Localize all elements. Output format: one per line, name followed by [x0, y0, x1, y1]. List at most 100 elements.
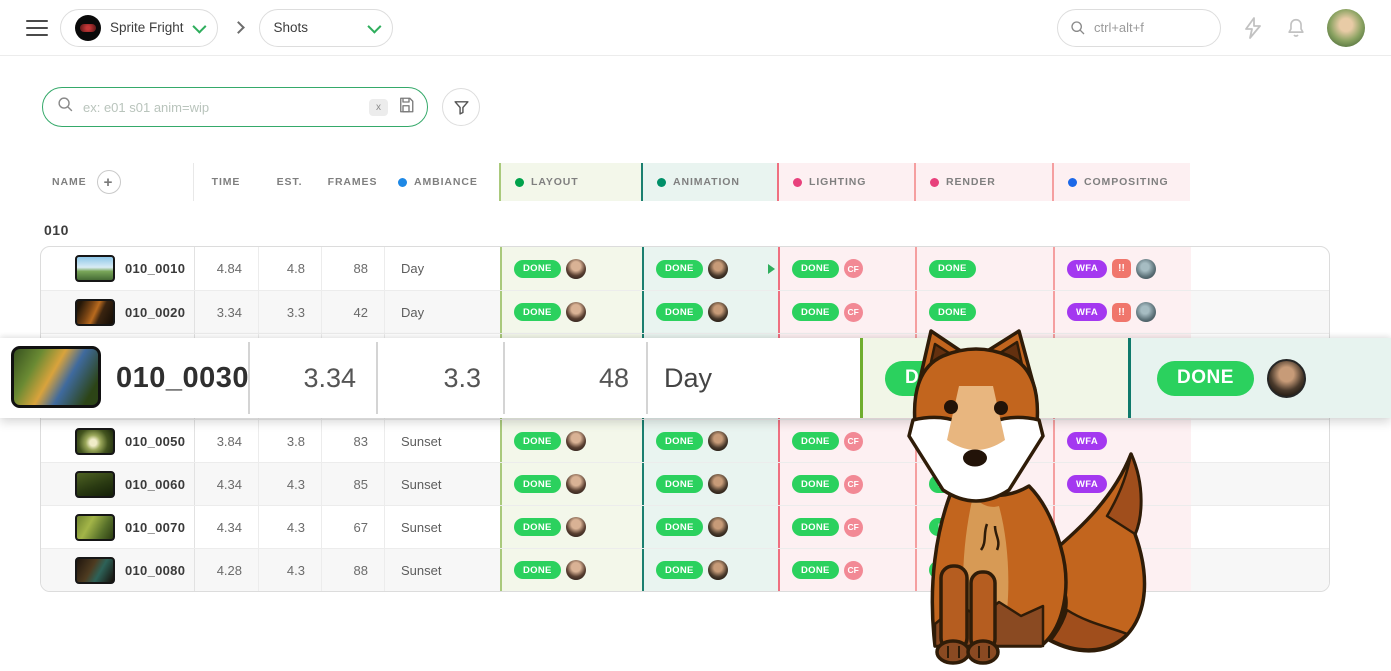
shot-thumbnail[interactable] [75, 299, 115, 326]
status-badge[interactable]: DONE [514, 561, 561, 579]
assignee-avatar [708, 431, 728, 451]
clear-filter-button[interactable]: x [369, 99, 388, 116]
assignee-avatar [708, 560, 728, 580]
shot-name-link[interactable]: 010_0050 [125, 434, 185, 449]
add-column-button[interactable]: + [97, 170, 121, 194]
column-header-frames[interactable]: FRAMES [321, 163, 384, 201]
status-badge[interactable]: DONE [792, 303, 839, 321]
column-header-name[interactable]: NAME + [40, 163, 194, 201]
status-badge[interactable]: DONE [656, 303, 703, 321]
shot-thumbnail[interactable] [75, 428, 115, 455]
shot-name-link[interactable]: 010_0080 [125, 563, 185, 578]
assignee-avatar [1136, 302, 1156, 322]
compositing-dot-icon [1068, 178, 1077, 187]
status-badge[interactable]: DONE [656, 432, 703, 450]
shot-name-link[interactable]: 010_0010 [125, 261, 185, 276]
column-header-ambiance[interactable]: AMBIANCE [384, 163, 499, 201]
notifications-bell-icon[interactable] [1285, 17, 1307, 39]
filter-funnel-button[interactable] [442, 88, 480, 126]
layout-task-cell[interactable]: DONE [500, 420, 642, 462]
animation-task-cell[interactable]: DONE [642, 463, 778, 505]
status-badge[interactable]: WFA [1067, 260, 1107, 278]
shot-name-link[interactable]: 010_0060 [125, 477, 185, 492]
animation-task-cell[interactable]: DONE [642, 549, 778, 591]
lighting-task-cell[interactable]: DONE CF [778, 291, 915, 333]
status-badge[interactable]: DONE [792, 432, 839, 450]
animation-task-cell[interactable]: DONE [642, 291, 778, 333]
render-task-cell[interactable]: DONE [915, 291, 1053, 333]
ambiance-dot-icon [398, 178, 407, 187]
column-header-compositing[interactable]: COMPOSITING [1052, 163, 1190, 201]
animation-task-cell[interactable]: DONE [642, 506, 778, 548]
status-badge[interactable]: DONE [514, 432, 561, 450]
quick-search-box[interactable] [1057, 9, 1221, 47]
status-badge[interactable]: DONE [792, 561, 839, 579]
assignee-avatar [566, 560, 586, 580]
column-header-filler [1190, 163, 1330, 201]
user-avatar[interactable] [1327, 9, 1365, 47]
status-badge[interactable]: DONE [656, 260, 703, 278]
layout-task-cell[interactable]: DONE [500, 291, 642, 333]
animation-task-cell[interactable]: DONE [642, 420, 778, 462]
column-header-lighting[interactable]: LIGHTING [777, 163, 914, 201]
section-dropdown[interactable]: Shots [259, 9, 393, 47]
column-header-est[interactable]: EST. [258, 163, 321, 201]
layout-task-cell[interactable]: DONE [500, 506, 642, 548]
status-badge[interactable]: DONE [1157, 361, 1254, 396]
status-badge[interactable]: DONE [792, 475, 839, 493]
status-badge[interactable]: DONE [929, 260, 976, 278]
project-name: Sprite Fright [110, 20, 184, 35]
render-task-cell[interactable]: DONE [915, 247, 1053, 290]
est-cell: 3.3 [259, 291, 322, 333]
shot-thumbnail[interactable] [75, 255, 115, 282]
status-badge[interactable]: DONE [929, 303, 976, 321]
status-badge[interactable]: DONE [656, 518, 703, 536]
layout-task-cell[interactable]: DONE [500, 463, 642, 505]
status-badge[interactable]: WFA [1067, 303, 1107, 321]
shot-thumbnail[interactable] [75, 471, 115, 498]
shot-name-link[interactable]: 010_0030 [116, 338, 249, 418]
ambiance-cell: Sunset [385, 463, 500, 505]
table-row: 010_0010 4.84 4.8 88 Day DONE DONE DONE … [41, 247, 1329, 290]
layout-task-cell[interactable]: DONE [500, 549, 642, 591]
project-switcher[interactable]: Sprite Fright [60, 9, 218, 47]
shot-thumbnail[interactable] [75, 557, 115, 584]
frames-cell: 48 [505, 338, 629, 418]
assignee-initials: CF [844, 432, 863, 451]
assignee-avatar [566, 302, 586, 322]
column-header-animation[interactable]: ANIMATION [641, 163, 777, 201]
compositing-task-cell[interactable]: WFA !! [1053, 291, 1191, 333]
shot-name-link[interactable]: 010_0020 [125, 305, 185, 320]
zoomed-row-overlay: 010_0030 3.34 3.3 48 Day DONE DONE [0, 338, 1391, 418]
column-header-layout[interactable]: LAYOUT [499, 163, 641, 201]
shot-name-link[interactable]: 010_0070 [125, 520, 185, 535]
compositing-task-cell[interactable]: WFA !! [1053, 247, 1191, 290]
assignee-initials: CF [844, 475, 863, 494]
animation-dot-icon [657, 178, 666, 187]
status-badge[interactable]: DONE [514, 475, 561, 493]
shortcuts-bolt-icon[interactable] [1241, 16, 1265, 40]
ambiance-cell: Day [385, 291, 500, 333]
menu-icon[interactable] [26, 20, 48, 36]
animation-task-cell[interactable]: DONE [642, 247, 778, 290]
frames-cell: 85 [322, 463, 385, 505]
est-cell: 4.3 [259, 463, 322, 505]
status-badge[interactable]: DONE [656, 475, 703, 493]
status-badge[interactable]: DONE [656, 561, 703, 579]
status-badge[interactable]: DONE [514, 260, 561, 278]
status-badge[interactable]: DONE [514, 303, 561, 321]
status-badge[interactable]: DONE [792, 518, 839, 536]
shot-filter-input[interactable] [83, 100, 360, 115]
quick-search-input[interactable] [1094, 20, 1208, 35]
frames-cell: 88 [322, 247, 385, 290]
save-filter-icon[interactable] [397, 96, 415, 119]
lighting-task-cell[interactable]: DONE CF [778, 247, 915, 290]
shot-thumbnail[interactable] [75, 514, 115, 541]
layout-task-cell[interactable]: DONE [500, 247, 642, 290]
shot-filter-box[interactable]: x [42, 87, 428, 127]
shot-thumbnail[interactable] [11, 346, 101, 408]
column-header-time[interactable]: TIME [194, 163, 258, 201]
status-badge[interactable]: DONE [514, 518, 561, 536]
status-badge[interactable]: DONE [792, 260, 839, 278]
column-header-render[interactable]: RENDER [914, 163, 1052, 201]
